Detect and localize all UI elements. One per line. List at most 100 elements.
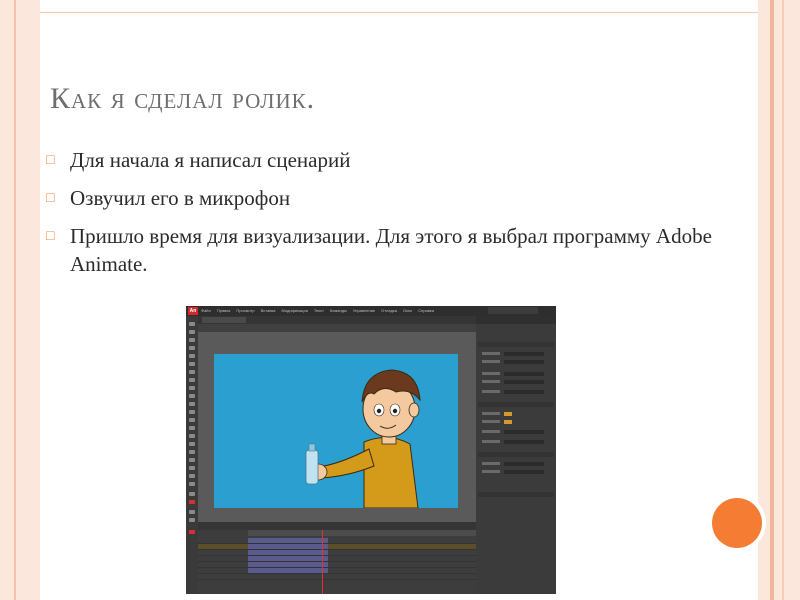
property-label (482, 360, 500, 363)
property-value (504, 380, 544, 384)
rectangle-tool-icon (189, 386, 195, 390)
lasso-tool-icon (189, 354, 195, 358)
menu-item: Отладка (381, 308, 397, 313)
edit-bar (198, 324, 476, 332)
bullet-text: Озвучил его в микрофон (70, 186, 291, 210)
layer-frames (248, 562, 328, 567)
hand-tool-icon (189, 474, 195, 478)
bullet-item: □ Озвучил его в микрофон (44, 184, 734, 212)
menu-item: Окно (402, 308, 413, 313)
property-value (504, 372, 544, 376)
frame-stripe (782, 0, 784, 600)
sweater (363, 437, 419, 508)
left-decorative-frame (0, 0, 40, 600)
fill-color-icon (189, 500, 195, 504)
eyedropper-tool-icon (189, 442, 195, 446)
app-menubar: An Файл Правка Просмотр Вставка Модифика… (186, 306, 556, 316)
property-row (482, 390, 552, 394)
property-row (482, 470, 552, 474)
panel-section-header (478, 492, 554, 497)
property-value (504, 390, 544, 394)
hollow-square-icon: □ (46, 153, 55, 168)
cartoon-character-illustration (305, 369, 421, 508)
bullet-list: □ Для начала я написал сценарий □ Озвучи… (44, 146, 734, 288)
slide-title: Как я сделал ролик. (50, 82, 316, 115)
panel-section-header (478, 452, 554, 457)
eraser-tool-icon (189, 450, 195, 454)
bone-tool-icon (189, 426, 195, 430)
document-tab (202, 317, 246, 323)
size-value (504, 420, 512, 424)
oval-tool-icon (189, 394, 195, 398)
property-label (482, 352, 500, 355)
property-row (482, 430, 552, 434)
property-value (504, 462, 544, 466)
property-row (482, 352, 552, 356)
menu-item: Модификация (281, 308, 308, 313)
playhead (322, 530, 323, 594)
selection-tool-icon (189, 322, 195, 326)
panel-tabs (476, 316, 556, 324)
menu-item: Просмотр (236, 308, 255, 313)
property-row (482, 412, 552, 416)
hollow-square-icon: □ (46, 229, 55, 244)
bullet-text: Пришло время для визуализации. Для этого… (70, 224, 712, 276)
pencil-tool-icon (189, 402, 195, 406)
property-label (482, 412, 500, 415)
pen-tool-icon (189, 362, 195, 366)
layer-frames (248, 538, 328, 543)
menu-item: Справка (418, 308, 434, 313)
menu-item: Текст (313, 308, 324, 313)
zoom-tool-icon (189, 482, 195, 486)
stroke-color-icon (189, 492, 195, 496)
property-label (482, 462, 500, 465)
layer-frames (248, 556, 328, 561)
property-value (504, 352, 544, 356)
snap-icon (189, 518, 195, 522)
property-row (482, 360, 552, 364)
property-value (504, 440, 544, 444)
panel-section-header (478, 402, 554, 407)
swap-colors-icon (189, 510, 195, 514)
property-value (504, 470, 544, 474)
stage-canvas (214, 354, 458, 508)
property-value (504, 430, 544, 434)
frame-ruler (248, 530, 476, 536)
orange-circle-decoration (712, 498, 762, 548)
property-label (482, 380, 500, 383)
timeline-panel (198, 530, 476, 594)
property-label (482, 470, 500, 473)
property-row (482, 380, 552, 384)
properties-panel (476, 316, 556, 594)
transform-tool-icon (189, 338, 195, 342)
right-decorative-frame (758, 0, 800, 600)
adobe-animate-screenshot: An Файл Правка Просмотр Вставка Модифика… (186, 306, 556, 594)
3d-rotation-tool-icon (189, 346, 195, 350)
frame-stripe (770, 0, 774, 600)
menu-item: Файл (201, 308, 211, 313)
panel-section-header (478, 342, 554, 347)
paint-bucket-tool-icon (189, 434, 195, 438)
color-swatch-icon (189, 530, 195, 534)
ear (408, 402, 420, 418)
top-divider-line (40, 12, 758, 13)
bottle (305, 449, 319, 485)
text-tool-icon (189, 370, 195, 374)
menu-item: Правка (216, 308, 231, 313)
workspace-selector (488, 307, 538, 314)
bullet-text: Для начала я написал сценарий (70, 148, 351, 172)
property-value (504, 360, 544, 364)
line-tool-icon (189, 378, 195, 382)
timeline-layer-row (198, 574, 476, 580)
camera-tool-icon (189, 466, 195, 470)
layer-frames (248, 544, 328, 549)
brush-tool-icon (189, 410, 195, 414)
layer-frames (248, 568, 328, 573)
menu-items: Файл Правка Просмотр Вставка Модификация… (201, 308, 434, 313)
property-label (482, 372, 500, 375)
right-pupil (392, 408, 398, 414)
menu-item: Вставка (260, 308, 276, 313)
timeline-header (198, 522, 476, 530)
fps-value (504, 412, 512, 416)
bullet-item: □ Для начала я написал сценарий (44, 146, 734, 174)
